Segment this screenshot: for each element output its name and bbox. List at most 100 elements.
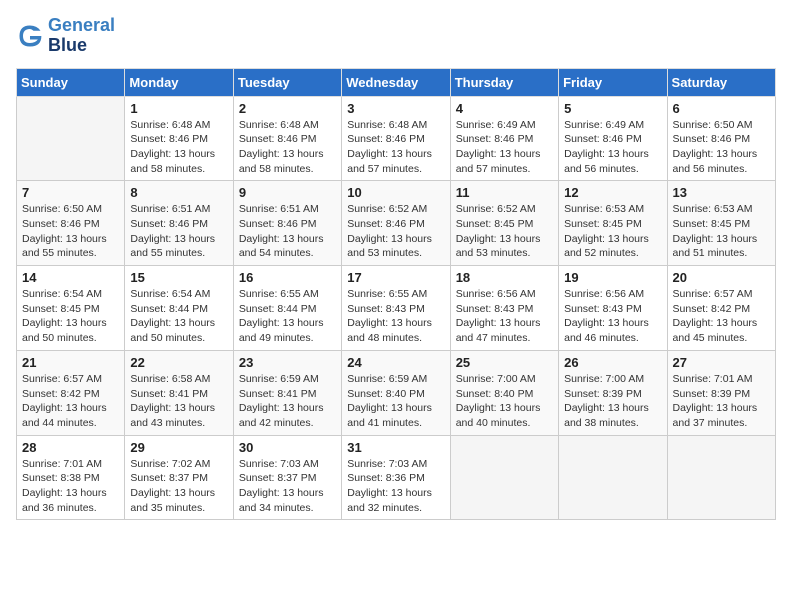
calendar-cell: 28 Sunrise: 7:01 AMSunset: 8:38 PMDayligh…	[17, 435, 125, 520]
calendar-cell: 25 Sunrise: 7:00 AMSunset: 8:40 PMDayligh…	[450, 350, 558, 435]
calendar-cell: 14Sunrise: 6:54 AMSunset: 8:45 PMDayligh…	[17, 266, 125, 351]
day-number: 6	[673, 101, 770, 116]
day-info: Sunrise: 6:59 AMSunset: 8:41 PMDaylight:…	[239, 372, 336, 431]
day-header-friday: Friday	[559, 68, 667, 96]
day-info: Sunrise: 6:55 AMSunset: 8:44 PMDaylight:…	[239, 287, 336, 346]
day-info: Sunrise: 6:52 AMSunset: 8:45 PMDaylight:…	[456, 202, 553, 261]
calendar-cell: 19 Sunrise: 6:56 AMSunset: 8:43 PMDayligh…	[559, 266, 667, 351]
day-info: Sunrise: 6:59 AMSunset: 8:40 PMDaylight:…	[347, 372, 444, 431]
day-info: Sunrise: 6:53 AMSunset: 8:45 PMDaylight:…	[564, 202, 661, 261]
day-info: Sunrise: 6:54 AMSunset: 8:44 PMDaylight:…	[130, 287, 227, 346]
day-header-monday: Monday	[125, 68, 233, 96]
calendar-cell: 5 Sunrise: 6:49 AMSunset: 8:46 PMDaylight…	[559, 96, 667, 181]
day-info: Sunrise: 7:00 AMSunset: 8:40 PMDaylight:…	[456, 372, 553, 431]
day-number: 1	[130, 101, 227, 116]
day-info: Sunrise: 6:52 AMSunset: 8:46 PMDaylight:…	[347, 202, 444, 261]
day-info: Sunrise: 6:49 AMSunset: 8:46 PMDaylight:…	[456, 118, 553, 177]
day-number: 25	[456, 355, 553, 370]
day-info: Sunrise: 6:51 AMSunset: 8:46 PMDaylight:…	[239, 202, 336, 261]
day-number: 18	[456, 270, 553, 285]
day-number: 29	[130, 440, 227, 455]
day-number: 24	[347, 355, 444, 370]
day-number: 28	[22, 440, 119, 455]
day-number: 31	[347, 440, 444, 455]
header-row: SundayMondayTuesdayWednesdayThursdayFrid…	[17, 68, 776, 96]
day-number: 21	[22, 355, 119, 370]
day-number: 10	[347, 185, 444, 200]
calendar-cell	[450, 435, 558, 520]
logo: General Blue	[16, 16, 115, 56]
calendar-cell: 17 Sunrise: 6:55 AMSunset: 8:43 PMDayligh…	[342, 266, 450, 351]
day-info: Sunrise: 6:58 AMSunset: 8:41 PMDaylight:…	[130, 372, 227, 431]
day-number: 22	[130, 355, 227, 370]
calendar-cell: 2Sunrise: 6:48 AMSunset: 8:46 PMDaylight…	[233, 96, 341, 181]
day-number: 13	[673, 185, 770, 200]
day-info: Sunrise: 6:57 AMSunset: 8:42 PMDaylight:…	[22, 372, 119, 431]
calendar-cell: 30Sunrise: 7:03 AMSunset: 8:37 PMDayligh…	[233, 435, 341, 520]
calendar-cell: 4 Sunrise: 6:49 AMSunset: 8:46 PMDaylight…	[450, 96, 558, 181]
calendar-cell: 10 Sunrise: 6:52 AMSunset: 8:46 PMDayligh…	[342, 181, 450, 266]
day-info: Sunrise: 7:03 AMSunset: 8:36 PMDaylight:…	[347, 457, 444, 516]
calendar-cell: 12 Sunrise: 6:53 AMSunset: 8:45 PMDayligh…	[559, 181, 667, 266]
calendar-cell: 26Sunrise: 7:00 AMSunset: 8:39 PMDayligh…	[559, 350, 667, 435]
day-info: Sunrise: 6:55 AMSunset: 8:43 PMDaylight:…	[347, 287, 444, 346]
day-number: 17	[347, 270, 444, 285]
logo-text: General Blue	[48, 16, 115, 56]
day-number: 12	[564, 185, 661, 200]
day-number: 16	[239, 270, 336, 285]
day-header-tuesday: Tuesday	[233, 68, 341, 96]
day-number: 30	[239, 440, 336, 455]
calendar-cell: 6Sunrise: 6:50 AMSunset: 8:46 PMDaylight…	[667, 96, 775, 181]
logo-icon	[16, 22, 44, 50]
calendar-cell: 18 Sunrise: 6:56 AMSunset: 8:43 PMDayligh…	[450, 266, 558, 351]
day-header-sunday: Sunday	[17, 68, 125, 96]
day-info: Sunrise: 6:50 AMSunset: 8:46 PMDaylight:…	[22, 202, 119, 261]
calendar-cell: 7 Sunrise: 6:50 AMSunset: 8:46 PMDaylight…	[17, 181, 125, 266]
day-number: 19	[564, 270, 661, 285]
day-info: Sunrise: 7:01 AMSunset: 8:39 PMDaylight:…	[673, 372, 770, 431]
calendar-week-4: 21 Sunrise: 6:57 AMSunset: 8:42 PMDayligh…	[17, 350, 776, 435]
calendar-week-3: 14Sunrise: 6:54 AMSunset: 8:45 PMDayligh…	[17, 266, 776, 351]
calendar-table: SundayMondayTuesdayWednesdayThursdayFrid…	[16, 68, 776, 521]
day-number: 9	[239, 185, 336, 200]
day-number: 3	[347, 101, 444, 116]
day-number: 27	[673, 355, 770, 370]
calendar-cell: 27 Sunrise: 7:01 AMSunset: 8:39 PMDayligh…	[667, 350, 775, 435]
calendar-cell: 20 Sunrise: 6:57 AMSunset: 8:42 PMDayligh…	[667, 266, 775, 351]
day-info: Sunrise: 7:00 AMSunset: 8:39 PMDaylight:…	[564, 372, 661, 431]
calendar-cell: 3Sunrise: 6:48 AMSunset: 8:46 PMDaylight…	[342, 96, 450, 181]
calendar-cell	[559, 435, 667, 520]
calendar-cell	[17, 96, 125, 181]
day-number: 5	[564, 101, 661, 116]
calendar-cell: 22 Sunrise: 6:58 AMSunset: 8:41 PMDayligh…	[125, 350, 233, 435]
calendar-week-1: 1Sunrise: 6:48 AMSunset: 8:46 PMDaylight…	[17, 96, 776, 181]
calendar-week-5: 28 Sunrise: 7:01 AMSunset: 8:38 PMDayligh…	[17, 435, 776, 520]
calendar-cell: 29 Sunrise: 7:02 AMSunset: 8:37 PMDayligh…	[125, 435, 233, 520]
day-number: 20	[673, 270, 770, 285]
day-number: 2	[239, 101, 336, 116]
day-header-saturday: Saturday	[667, 68, 775, 96]
day-info: Sunrise: 7:01 AMSunset: 8:38 PMDaylight:…	[22, 457, 119, 516]
calendar-cell: 21 Sunrise: 6:57 AMSunset: 8:42 PMDayligh…	[17, 350, 125, 435]
day-number: 4	[456, 101, 553, 116]
day-info: Sunrise: 6:57 AMSunset: 8:42 PMDaylight:…	[673, 287, 770, 346]
calendar-cell: 1Sunrise: 6:48 AMSunset: 8:46 PMDaylight…	[125, 96, 233, 181]
day-info: Sunrise: 7:02 AMSunset: 8:37 PMDaylight:…	[130, 457, 227, 516]
day-info: Sunrise: 6:49 AMSunset: 8:46 PMDaylight:…	[564, 118, 661, 177]
calendar-cell: 8Sunrise: 6:51 AMSunset: 8:46 PMDaylight…	[125, 181, 233, 266]
day-info: Sunrise: 6:56 AMSunset: 8:43 PMDaylight:…	[456, 287, 553, 346]
day-header-thursday: Thursday	[450, 68, 558, 96]
day-header-wednesday: Wednesday	[342, 68, 450, 96]
calendar-cell: 9 Sunrise: 6:51 AMSunset: 8:46 PMDaylight…	[233, 181, 341, 266]
day-number: 7	[22, 185, 119, 200]
calendar-cell: 24 Sunrise: 6:59 AMSunset: 8:40 PMDayligh…	[342, 350, 450, 435]
day-info: Sunrise: 6:51 AMSunset: 8:46 PMDaylight:…	[130, 202, 227, 261]
day-info: Sunrise: 6:56 AMSunset: 8:43 PMDaylight:…	[564, 287, 661, 346]
calendar-cell	[667, 435, 775, 520]
calendar-cell: 16 Sunrise: 6:55 AMSunset: 8:44 PMDayligh…	[233, 266, 341, 351]
calendar-week-2: 7 Sunrise: 6:50 AMSunset: 8:46 PMDaylight…	[17, 181, 776, 266]
calendar-cell: 31 Sunrise: 7:03 AMSunset: 8:36 PMDayligh…	[342, 435, 450, 520]
day-info: Sunrise: 6:53 AMSunset: 8:45 PMDaylight:…	[673, 202, 770, 261]
day-number: 14	[22, 270, 119, 285]
day-number: 15	[130, 270, 227, 285]
